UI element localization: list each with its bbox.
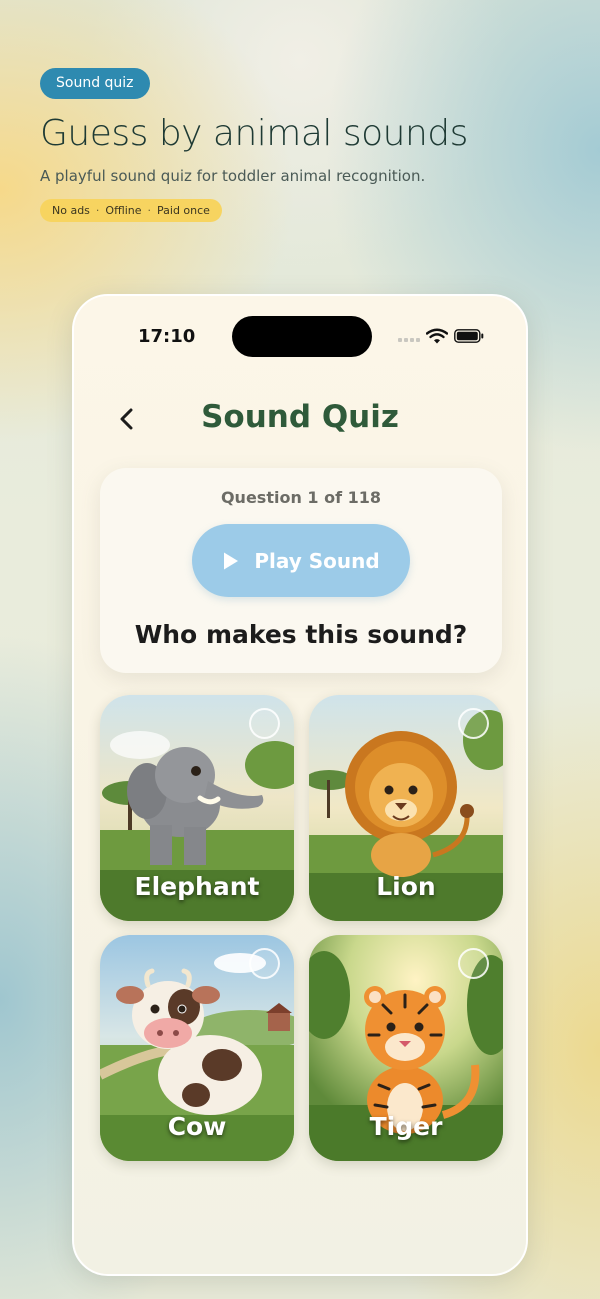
answer-option-cow[interactable]: Cow — [100, 935, 294, 1161]
feature-offline: Offline — [105, 204, 142, 217]
signal-icon — [398, 338, 422, 342]
feature-separator: · — [95, 204, 100, 217]
answer-option-lion[interactable]: Lion — [309, 695, 503, 921]
wifi-icon — [426, 328, 448, 344]
option-radio[interactable] — [458, 708, 489, 739]
option-label: Cow — [167, 1112, 227, 1141]
option-label: Elephant — [134, 872, 260, 901]
feature-separator: · — [147, 204, 152, 217]
play-sound-button[interactable]: Play Sound — [192, 524, 410, 597]
play-sound-label: Play Sound — [254, 548, 380, 573]
promo-subhead: A playful sound quiz for toddler animal … — [40, 167, 426, 185]
battery-icon — [454, 329, 484, 343]
option-radio[interactable] — [458, 948, 489, 979]
feature-paid-once: Paid once — [157, 204, 210, 217]
screen-title: Sound Quiz — [201, 399, 399, 435]
option-radio[interactable] — [249, 948, 280, 979]
option-radio[interactable] — [249, 708, 280, 739]
feature-no-ads: No ads — [52, 204, 90, 217]
promo-headline: Guess by animal sounds — [40, 113, 468, 154]
option-label: Lion — [376, 872, 436, 901]
answer-option-tiger[interactable]: Tiger — [309, 935, 503, 1161]
promo-tag: Sound quiz — [40, 68, 150, 99]
option-label: Tiger — [369, 1112, 443, 1141]
dynamic-island — [232, 316, 372, 357]
status-time: 17:10 — [138, 326, 196, 347]
answer-option-elephant[interactable]: Elephant — [100, 695, 294, 921]
feature-pill: No ads · Offline · Paid once — [40, 199, 222, 222]
question-card: Question 1 of 118 Play Sound Who makes t… — [100, 468, 502, 673]
play-icon — [224, 552, 239, 569]
question-counter: Question 1 of 118 — [220, 488, 382, 507]
question-prompt: Who makes this sound? — [134, 620, 468, 649]
phone-frame: 17:10 Sound Quiz Question 1 of 118 Play … — [72, 294, 528, 1276]
